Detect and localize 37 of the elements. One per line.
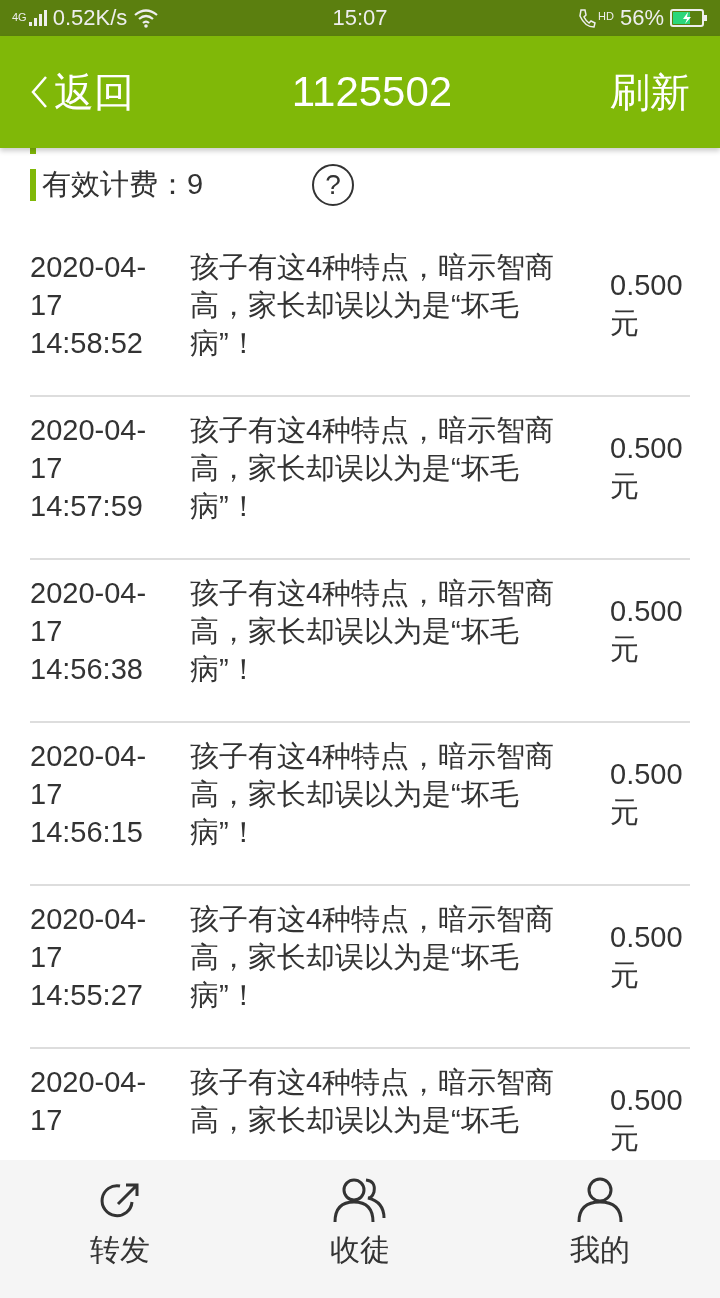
record-amount: 0.500元 (610, 594, 684, 667)
help-button[interactable]: ? (312, 164, 354, 206)
record-time: 2020-04-17 14:56:15 (30, 739, 148, 850)
article-title: 孩子有这4种特点，暗示智商高，家长却误以为是“坏毛病”！ (190, 576, 556, 687)
record-time: 2020-04-17 14:57:59 (30, 413, 148, 524)
battery-percent: 56% (619, 5, 664, 31)
tab-item[interactable]: 收徒 (240, 1176, 480, 1271)
record-time: 2020-04-17 14:58:52 (30, 250, 148, 361)
record-amount: 0.500元 (610, 920, 684, 993)
back-chevron-icon (30, 75, 48, 109)
signal-icon (28, 10, 47, 26)
phone-icon (578, 8, 597, 28)
network-type: 4G (12, 11, 27, 23)
users-icon (332, 1176, 388, 1224)
article-title: 孩子有这4种特点，暗示智商高，家长却误以为是“坏毛病”！ (190, 250, 556, 361)
record-amount: 0.500元 (610, 1083, 684, 1156)
article-title: 孩子有这4种特点，暗示智商高，家长却误以为是“坏毛病”！ (190, 413, 556, 524)
page-title: 1125502 (291, 68, 453, 116)
tab-item[interactable]: 我的 (480, 1176, 720, 1271)
record-amount: 0.500元 (610, 268, 684, 341)
article-title: 孩子有这4种特点，暗示智商高，家长却误以为是“坏毛病”！ (190, 739, 556, 850)
network-speed: 0.52K/s (52, 5, 128, 31)
clock: 15:07 (332, 5, 388, 31)
tab-item[interactable]: 转发 (0, 1176, 240, 1271)
record-time: 2020-04-17 14:56:38 (30, 576, 148, 687)
record-time: 2020-04-17 14:55:27 (30, 902, 148, 1013)
accent-bar (30, 169, 36, 201)
billing-count: 有效计费：9 (42, 167, 205, 202)
record-time: 2020-04-17 (30, 1065, 148, 1138)
wifi-icon (133, 8, 160, 28)
user-icon (576, 1176, 624, 1224)
record-amount: 0.500元 (610, 431, 684, 504)
article-title: 孩子有这4种特点，暗示智商高，家长却误以为是“坏毛病”！ (190, 902, 556, 1013)
article-title: 孩子有这4种特点，暗示智商高，家长却误以为是“坏毛 (190, 1065, 556, 1138)
hd-label: HD (598, 10, 614, 22)
battery-icon (670, 8, 708, 28)
record-amount: 0.500元 (610, 757, 684, 830)
